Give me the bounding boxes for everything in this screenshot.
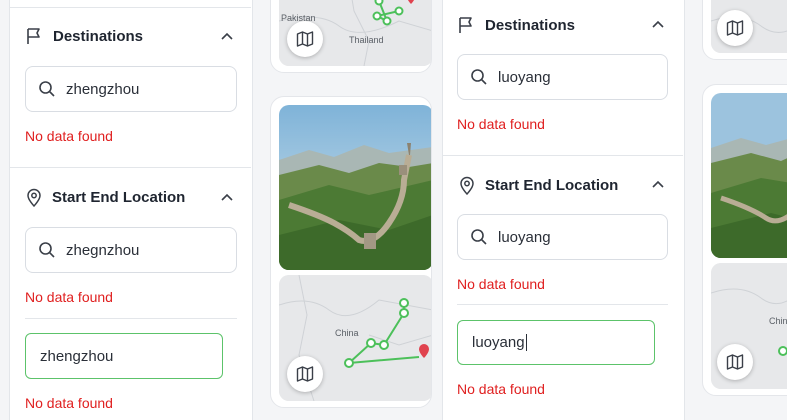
- chevron-up-icon[interactable]: [220, 30, 234, 44]
- map-icon: [726, 20, 744, 36]
- no-data-message: No data found: [25, 128, 113, 144]
- map-label-china: China: [335, 328, 359, 338]
- map-view-button[interactable]: [717, 10, 753, 46]
- location-text-input[interactable]: luoyang: [457, 320, 655, 365]
- map-view-button[interactable]: [287, 21, 323, 57]
- map-view-button[interactable]: [287, 356, 323, 392]
- section-title: Destinations: [485, 16, 576, 34]
- no-data-message: No data found: [25, 395, 113, 411]
- location-text-input[interactable]: zhengzhou: [25, 333, 223, 379]
- tour-card[interactable]: [702, 0, 787, 60]
- map-label-thailand: Thailand: [349, 35, 384, 45]
- destination-search-input[interactable]: luoyang: [457, 54, 668, 100]
- tour-card[interactable]: Pakistan Thailand: [270, 0, 432, 73]
- search-value: luoyang: [498, 68, 551, 86]
- section-divider: [442, 155, 683, 156]
- tour-card[interactable]: China: [702, 84, 787, 396]
- input-value: luoyang: [472, 334, 525, 351]
- tour-card[interactable]: China: [270, 96, 432, 408]
- no-data-message: No data found: [457, 116, 545, 132]
- destination-search-input[interactable]: zhengzhou: [25, 66, 237, 112]
- no-data-message: No data found: [25, 289, 113, 305]
- map-view-button[interactable]: [717, 344, 753, 380]
- search-icon: [471, 229, 487, 245]
- right-start-end-header[interactable]: Start End Location: [459, 176, 618, 195]
- great-wall-photo: [279, 105, 431, 270]
- search-icon: [471, 69, 487, 85]
- map-pin-icon: [27, 188, 41, 207]
- input-value: zhengzhou: [40, 347, 114, 365]
- location-search-input[interactable]: zhegnzhou: [25, 227, 237, 273]
- map-label-china: China: [769, 316, 787, 326]
- inner-divider: [25, 318, 237, 319]
- inner-divider: [457, 304, 668, 305]
- location-search-input[interactable]: luoyang: [457, 214, 668, 260]
- great-wall-photo: [711, 93, 787, 258]
- search-value: luoyang: [498, 228, 551, 246]
- map-icon: [296, 366, 314, 382]
- map-icon: [296, 31, 314, 47]
- no-data-message: No data found: [457, 276, 545, 292]
- section-title: Start End Location: [52, 189, 186, 206]
- search-value: zhengzhou: [66, 80, 140, 98]
- section-title: Start End Location: [485, 177, 619, 194]
- left-top-divider: [9, 7, 251, 8]
- flag-icon: [27, 28, 40, 44]
- left-start-end-header[interactable]: Start End Location: [26, 188, 185, 207]
- no-data-message: No data found: [457, 381, 545, 397]
- flag-icon: [459, 17, 472, 33]
- text-caret: [525, 334, 527, 351]
- map-icon: [726, 354, 744, 370]
- left-destinations-header[interactable]: Destinations: [26, 27, 143, 45]
- chevron-up-icon[interactable]: [220, 191, 234, 205]
- section-divider: [9, 167, 251, 168]
- search-value: zhegnzhou: [66, 241, 140, 259]
- section-title: Destinations: [53, 27, 144, 45]
- chevron-up-icon[interactable]: [651, 18, 665, 32]
- search-icon: [39, 242, 55, 258]
- right-destinations-header[interactable]: Destinations: [458, 16, 575, 34]
- chevron-up-icon[interactable]: [651, 178, 665, 192]
- search-icon: [39, 81, 55, 97]
- map-pin-icon: [460, 176, 474, 195]
